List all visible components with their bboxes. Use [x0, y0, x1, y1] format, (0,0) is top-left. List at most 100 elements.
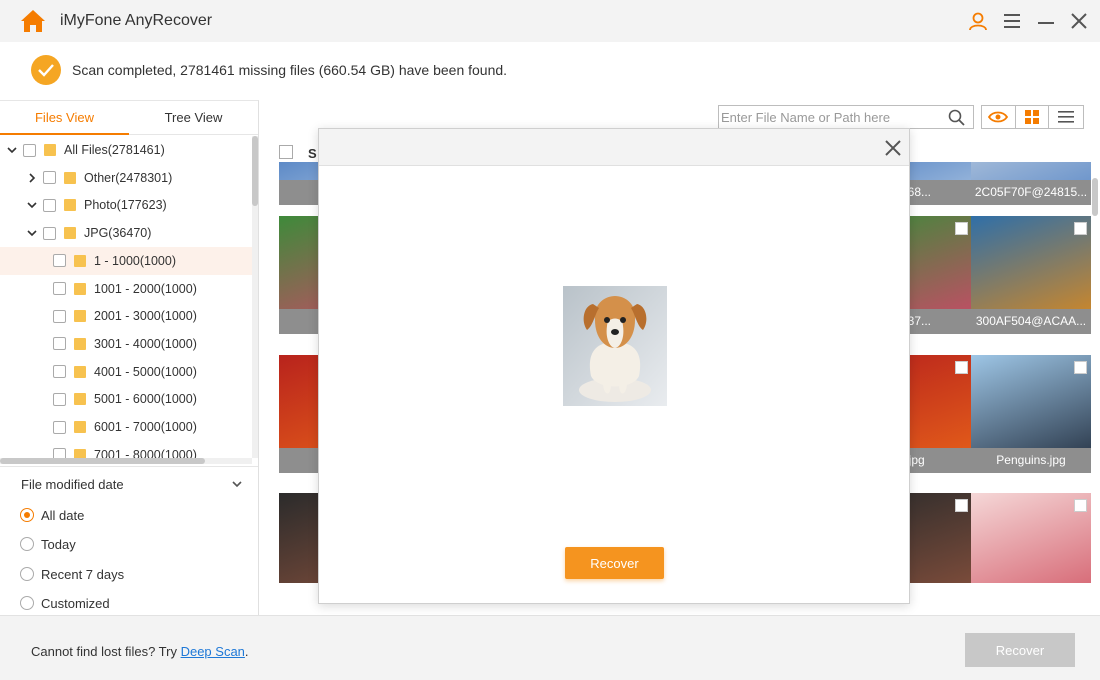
tree-checkbox[interactable] — [53, 282, 66, 295]
deep-scan-link[interactable]: Deep Scan — [181, 644, 245, 659]
radio-label: Recent 7 days — [41, 566, 125, 582]
tree-checkbox[interactable] — [53, 365, 66, 379]
footer-text: Cannot find lost files? Try Deep Scan. — [31, 644, 249, 659]
tree-checkbox[interactable] — [53, 337, 66, 351]
chevron-right-icon[interactable] — [27, 173, 37, 183]
tree-item[interactable]: 6001 - 7000(1000) — [0, 413, 252, 441]
search-input[interactable] — [721, 108, 941, 126]
list-view-button[interactable] — [1049, 106, 1083, 128]
dialog-header — [319, 129, 909, 166]
tree-checkbox[interactable] — [23, 143, 36, 157]
dialog-recover-button[interactable]: Recover — [565, 547, 664, 579]
folder-icon — [74, 365, 86, 378]
folder-icon — [64, 199, 76, 212]
folder-icon — [74, 337, 86, 350]
chevron-down-icon[interactable] — [231, 478, 243, 490]
thumbnail-card[interactable]: 300AF504@ACAA... — [971, 216, 1091, 334]
folder-icon — [74, 421, 86, 433]
radio-button[interactable] — [20, 508, 34, 522]
tree-item[interactable]: 1 - 1000(1000) — [0, 246, 252, 275]
thumbnail-checkbox[interactable] — [955, 222, 968, 235]
folder-icon — [74, 310, 86, 323]
tab-files-view[interactable]: Files View — [0, 101, 129, 135]
search-icon[interactable] — [948, 109, 965, 126]
tab-tree-view[interactable]: Tree View — [129, 101, 258, 135]
tree-checkbox[interactable] — [43, 226, 56, 240]
view-tabs: Files View Tree View — [0, 101, 258, 135]
tree-checkbox[interactable] — [43, 171, 56, 185]
thumbnail-checkbox[interactable] — [955, 499, 968, 512]
filter-title: File modified date — [21, 477, 124, 492]
tree-horizontal-scrollbar[interactable] — [0, 458, 252, 464]
tree-checkbox[interactable] — [53, 254, 66, 268]
preview-view-button[interactable] — [982, 106, 1016, 128]
grid-view-button[interactable] — [1016, 106, 1050, 128]
thumbnail-card[interactable]: Penguins.jpg — [971, 355, 1091, 473]
thumbnail-card[interactable]: 2C05F70F@24815... — [971, 162, 1091, 205]
thumbnail-card[interactable] — [971, 493, 1091, 583]
thumbnail-label: 2C05F70F@24815... — [971, 180, 1091, 205]
tree-item[interactable]: 4001 - 5000(1000) — [0, 358, 252, 386]
account-icon[interactable] — [965, 8, 991, 34]
select-all-label: S — [308, 146, 317, 161]
preview-image — [563, 286, 667, 406]
folder-icon — [64, 227, 76, 240]
home-icon[interactable] — [20, 9, 46, 33]
tree-item-label: All Files(2781461) — [64, 143, 165, 157]
folder-icon — [64, 171, 76, 184]
footer-bar: Cannot find lost files? Try Deep Scan. R… — [0, 615, 1100, 680]
radio-customized[interactable]: Customized — [20, 593, 110, 613]
tree-checkbox[interactable] — [53, 448, 66, 458]
tree-item[interactable]: 2001 - 3000(1000) — [0, 302, 252, 330]
thumbnail-checkbox[interactable] — [1074, 222, 1087, 235]
list-icon — [1058, 111, 1075, 123]
tree-item[interactable]: Other(2478301) — [0, 164, 252, 192]
radio-button[interactable] — [20, 596, 34, 610]
search-box — [718, 105, 974, 129]
folder-icon — [44, 144, 56, 156]
folder-icon — [74, 282, 86, 295]
thumbnail-checkbox[interactable] — [1074, 499, 1087, 512]
tree-vertical-scrollbar[interactable] — [252, 136, 258, 458]
grid-scrollbar[interactable] — [1092, 160, 1098, 640]
tree-item-label: 4001 - 5000(1000) — [94, 364, 197, 379]
tree-checkbox[interactable] — [53, 309, 66, 323]
date-filter: File modified date All date Today Recent… — [0, 466, 258, 616]
tree-item-label: 1 - 1000(1000) — [94, 253, 177, 268]
close-icon[interactable] — [882, 137, 904, 159]
thumbnail-checkbox[interactable] — [1074, 361, 1087, 374]
chevron-down-icon[interactable] — [27, 228, 37, 238]
thumbnail-label: 300AF504@ACAA... — [971, 309, 1091, 334]
thumbnail-checkbox[interactable] — [955, 361, 968, 374]
tree-item[interactable]: 5001 - 6000(1000) — [0, 385, 252, 413]
tree-item[interactable]: 7001 - 8000(1000) — [0, 441, 252, 458]
radio-button[interactable] — [20, 537, 34, 551]
radio-recent-7-days[interactable]: Recent 7 days — [20, 564, 124, 584]
tree-checkbox[interactable] — [53, 420, 66, 434]
tree-item[interactable]: 1001 - 2000(1000) — [0, 275, 252, 303]
radio-all-date[interactable]: All date — [20, 505, 84, 525]
app-title: iMyFone AnyRecover — [60, 12, 213, 29]
tree-item[interactable]: Photo(177623) — [0, 191, 252, 219]
folder-icon — [74, 448, 86, 458]
radio-today[interactable]: Today — [20, 534, 76, 554]
minimize-icon[interactable] — [1033, 8, 1059, 34]
recover-button[interactable]: Recover — [965, 633, 1075, 667]
tree-item[interactable]: 3001 - 4000(1000) — [0, 330, 252, 358]
view-mode-group — [981, 105, 1084, 129]
select-all-checkbox[interactable] — [279, 145, 293, 159]
left-panel: Files View Tree View All Files(2781461) O… — [0, 100, 259, 615]
chevron-down-icon[interactable] — [27, 200, 37, 210]
tree-checkbox[interactable] — [43, 198, 56, 212]
close-icon[interactable] — [1066, 8, 1092, 34]
tree-checkbox[interactable] — [53, 392, 66, 406]
chevron-down-icon[interactable] — [7, 145, 17, 155]
tree-item[interactable]: JPG(36470) — [0, 219, 252, 247]
radio-button[interactable] — [20, 567, 34, 581]
tree-item[interactable]: All Files(2781461) — [0, 136, 252, 164]
file-tree: All Files(2781461) Other(2478301) Photo(17… — [0, 136, 252, 458]
tree-item-label: Photo(177623) — [84, 198, 167, 213]
tree-item-label: 5001 - 6000(1000) — [94, 392, 197, 407]
menu-icon[interactable] — [999, 8, 1025, 34]
eye-icon — [988, 111, 1009, 123]
